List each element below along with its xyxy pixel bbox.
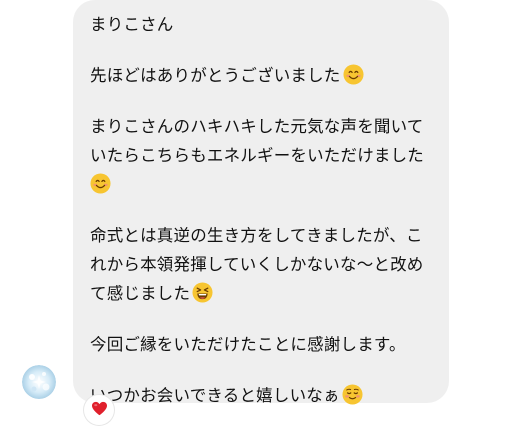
message-paragraph-1-text: 先ほどはありがとうございました [90,66,341,85]
relieved-face-icon [342,384,363,405]
laughing-face-icon [192,282,213,303]
message-paragraph-3-line-3: て感じました [90,279,437,308]
message-paragraph-2-line-1: まりこさんのハキハキした元気な声を聞いて [90,117,424,136]
smiling-face-icon [90,173,111,194]
message-paragraph-3-line-1: 命式とは真逆の生き方をしてきましたが、こ [90,226,423,245]
message-paragraph-1: 先ほどはありがとうございました [90,61,437,90]
message-bubble[interactable]: まりこさん 先ほどはありがとうございました まりこさんのハキハキした元気な声を聞… [73,0,449,405]
smiling-face-icon [342,64,364,85]
message-paragraph-5-text: いつかお会いできると嬉しいなぁ [90,386,340,405]
heart-reaction[interactable] [84,395,114,425]
heart-icon [91,401,108,420]
message-paragraph-3-line-3-text: て感じました [90,284,191,303]
message-paragraph-4: 今回ご縁をいただけたことに感謝します。 [90,335,406,354]
message-paragraph-5: いつかお会いできると嬉しいなぁ [90,381,437,410]
sender-avatar[interactable] [22,365,56,399]
message-paragraph-3-line-2: れから本領発揮していくしかないな〜と改め [90,255,424,274]
message-paragraph-2-line-2: いたらこちらもエネルギーをいただけました [90,146,424,165]
message-greeting: まりこさん [90,15,174,34]
message-paragraph-2-line-3 [90,170,437,199]
